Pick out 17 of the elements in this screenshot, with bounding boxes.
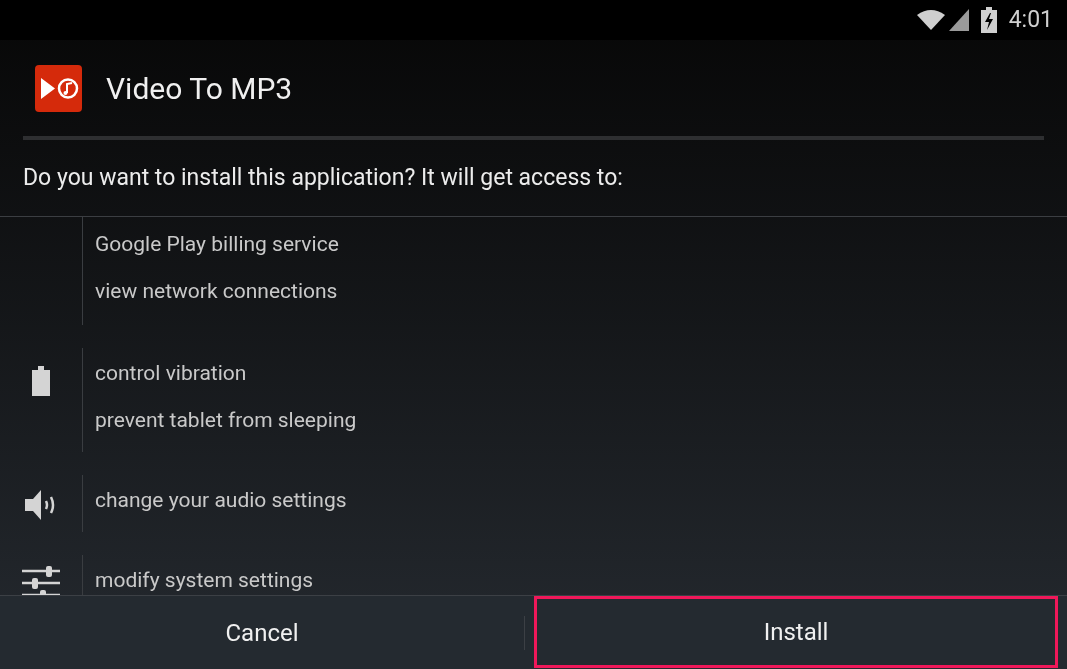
permission-item: change your audio settings [95, 486, 347, 514]
install-prompt: Do you want to install this application? It will get access to: [22, 162, 624, 193]
battery-icon [32, 366, 50, 396]
dialog-button[interactable]: Cancel [0, 596, 524, 669]
permission-item: view network connections [95, 277, 339, 305]
permission-item: Google Play billing service [95, 230, 339, 258]
sliders-icon [22, 566, 60, 595]
battery-charging-icon [980, 7, 997, 33]
permission-item: prevent tablet from sleeping [95, 406, 357, 434]
wifi-icon [916, 9, 945, 31]
app-icon [35, 64, 82, 112]
dialog-button[interactable]: Install [534, 596, 1058, 668]
signal-icon [948, 9, 969, 31]
permission-item: modify system settings [95, 566, 314, 594]
clock-time: 4:01 [1008, 4, 1053, 35]
permission-item: control vibration [95, 359, 248, 387]
app-name: Video To MP3 [106, 69, 293, 108]
